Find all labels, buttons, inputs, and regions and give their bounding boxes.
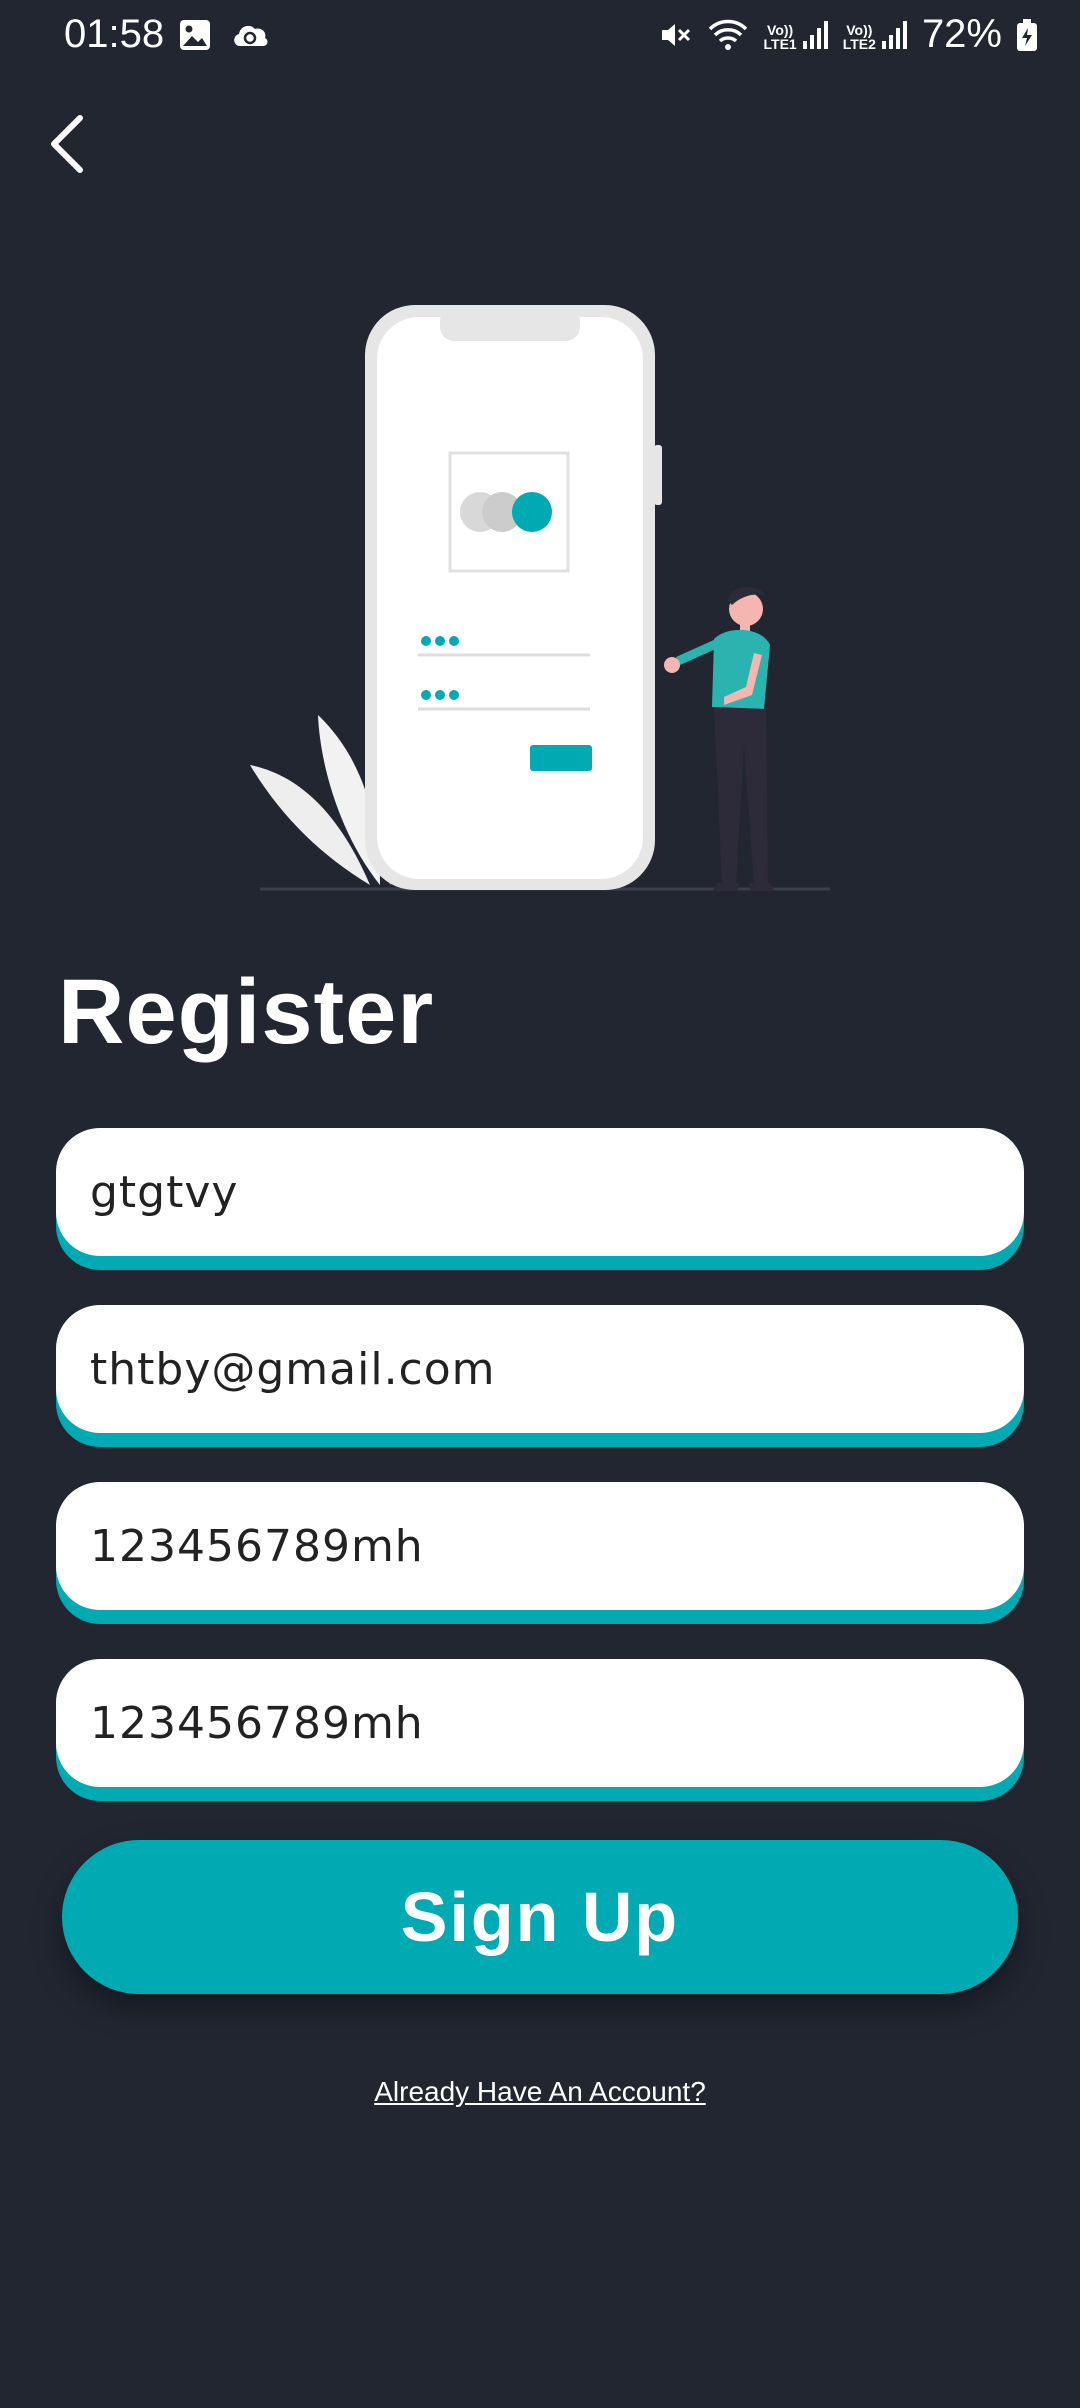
email-field[interactable] [56, 1305, 1024, 1433]
already-have-account-link[interactable]: Already Have An Account? [0, 2076, 1080, 2108]
person-illustration [664, 586, 774, 891]
signal-sim1-icon [802, 20, 828, 49]
name-field-container [56, 1128, 1024, 1270]
cloud-sync-icon [234, 25, 268, 46]
password-field-container [56, 1482, 1024, 1624]
chevron-left-icon [51, 115, 83, 173]
name-field[interactable] [56, 1128, 1024, 1256]
status-right-icons: Vo)) LTE1 Vo)) LTE2 72% [658, 12, 1038, 57]
signal-sim2-icon [881, 20, 907, 49]
sim2-label-top: Vo)) [846, 21, 873, 38]
sim1-indicator: Vo)) LTE1 [764, 19, 829, 51]
sim1-label-bottom: LTE1 [763, 35, 797, 52]
gallery-icon [180, 20, 210, 50]
email-field-container [56, 1305, 1024, 1447]
register-illustration [250, 305, 830, 891]
status-bar: 01:58 Vo)) LTE1 Vo)) LTE2 72% [0, 0, 1080, 72]
back-button[interactable] [36, 108, 96, 180]
sim2-label-bottom: LTE2 [842, 35, 876, 52]
status-left-icons [178, 18, 270, 52]
mute-icon [661, 23, 690, 46]
status-time: 01:58 [64, 12, 165, 56]
page-title: Register [58, 961, 435, 1063]
phone-illustration [365, 305, 662, 890]
wifi-icon [708, 19, 747, 50]
sign-up-button[interactable]: Sign Up [62, 1840, 1018, 1994]
battery-percent: 72% [921, 12, 1002, 56]
password-field[interactable] [56, 1482, 1024, 1610]
battery-icon [1017, 18, 1037, 51]
confirm-password-field[interactable] [56, 1659, 1024, 1787]
confirm-password-field-container [56, 1659, 1024, 1801]
sim1-label-top: Vo)) [767, 21, 794, 38]
sim2-indicator: Vo)) LTE2 [843, 19, 908, 51]
